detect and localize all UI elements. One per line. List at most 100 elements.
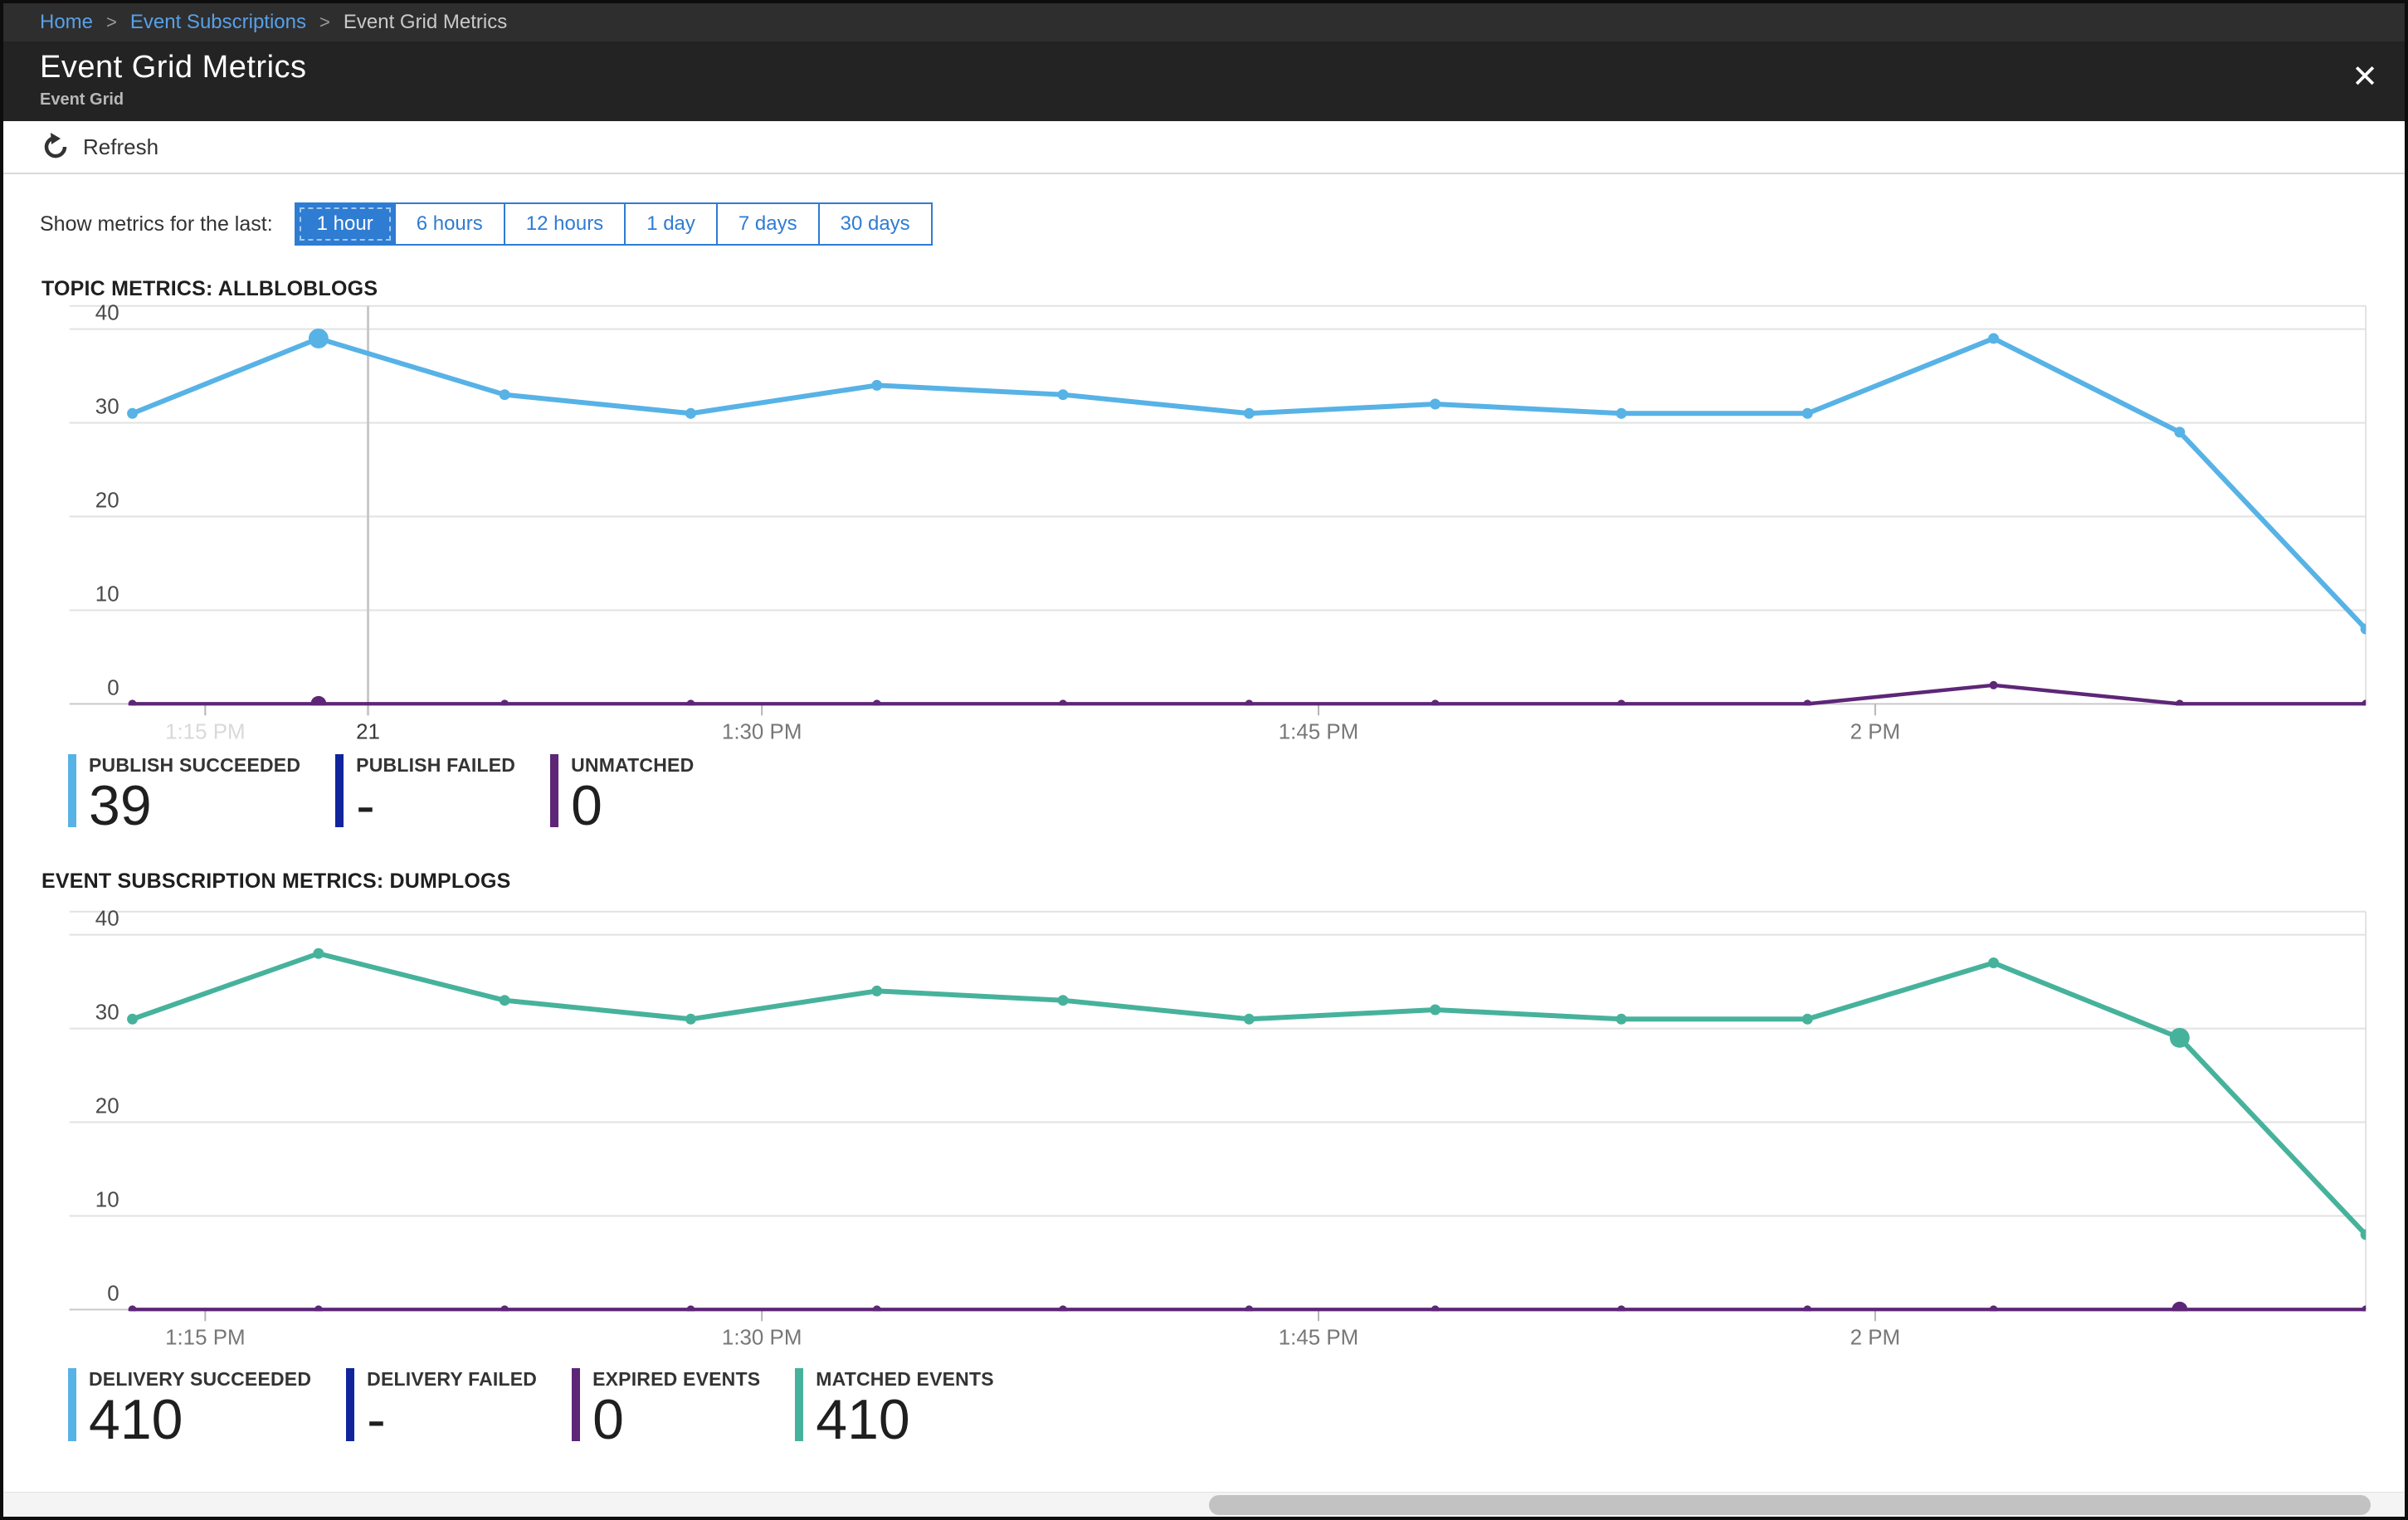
- legend-item-expired-events: EXPIRED EVENTS 0: [572, 1368, 760, 1448]
- data-point: [127, 1013, 139, 1025]
- svg-text:1:30 PM: 1:30 PM: [722, 1326, 802, 1349]
- data-point: [1988, 957, 2000, 968]
- topic-metrics-legend: PUBLISH SUCCEEDED 39 PUBLISH FAILED - UNMATC…: [68, 754, 694, 834]
- breadcrumb-item-event-grid-metrics: Event Grid Metrics: [343, 11, 508, 33]
- data-point: [313, 948, 324, 959]
- data-point: [871, 379, 883, 391]
- data-point: [1988, 333, 2000, 344]
- legend-label: DELIVERY FAILED: [367, 1368, 538, 1390]
- breadcrumb-item-home[interactable]: Home: [40, 11, 93, 34]
- svg-text:1:45 PM: 1:45 PM: [1279, 720, 1358, 743]
- data-point: [1243, 407, 1255, 419]
- event-subscription-metrics-legend: DELIVERY SUCCEEDED 410 DELIVERY FAILED - EXP…: [68, 1368, 994, 1448]
- data-point: [1431, 1305, 1440, 1312]
- breadcrumb-separator: >: [106, 12, 117, 32]
- time-range-row: Show metrics for the last: 1 hour 6 hours…: [40, 202, 933, 246]
- legend-value: -: [367, 1388, 386, 1451]
- close-icon: ✕: [2352, 60, 2378, 95]
- legend-item-delivery-failed: DELIVERY FAILED -: [346, 1368, 537, 1448]
- chart-canvas: 0 10 20 30 40 1:15 PM 1:30 PM 1:45 PM 2 PM 21: [69, 302, 2367, 743]
- legend-value: 410: [816, 1388, 910, 1451]
- data-point: [685, 407, 696, 419]
- legend-color-bar: [335, 754, 344, 827]
- data-point: [2360, 623, 2367, 635]
- topic-metrics-chart[interactable]: 0 10 20 30 40 1:15 PM 1:30 PM 1:45 PM 2 PM 21: [3, 287, 2405, 752]
- legend-color-bar: [346, 1368, 355, 1441]
- refresh-icon: [41, 133, 70, 161]
- svg-text:1:45 PM: 1:45 PM: [1279, 1326, 1358, 1349]
- data-point: [872, 1305, 881, 1312]
- svg-text:40: 40: [95, 302, 119, 325]
- data-point: [127, 407, 139, 419]
- data-point: [686, 699, 695, 706]
- data-point: [1057, 995, 1069, 1006]
- time-range-7-days[interactable]: 7 days: [715, 204, 818, 244]
- svg-text:1:30 PM: 1:30 PM: [722, 720, 802, 743]
- time-range-1-day[interactable]: 1 day: [624, 204, 716, 244]
- legend-label: UNMATCHED: [571, 754, 695, 776]
- legend-value: -: [356, 774, 375, 837]
- legend-color-bar: [68, 754, 76, 827]
- data-point: [872, 699, 881, 706]
- data-point: [1243, 1013, 1255, 1025]
- time-range-6-hours[interactable]: 6 hours: [393, 204, 504, 244]
- legend-value: 410: [89, 1388, 183, 1451]
- page-subtitle: Event Grid: [40, 90, 124, 109]
- data-point: [2362, 1305, 2367, 1312]
- data-point: [1245, 699, 1254, 706]
- data-point: [500, 1305, 509, 1312]
- data-point: [128, 699, 137, 706]
- data-point: [128, 1305, 137, 1312]
- data-point: [500, 699, 509, 706]
- data-point: [2175, 699, 2184, 706]
- data-point: [314, 1305, 323, 1312]
- svg-text:20: 20: [95, 490, 119, 513]
- legend-color-bar: [550, 754, 559, 827]
- svg-text:21: 21: [356, 720, 380, 743]
- time-range-1-hour[interactable]: 1 hour: [295, 204, 394, 244]
- legend-value: 0: [592, 1388, 624, 1451]
- event-grid-metrics-panel: Home > Event Subscriptions > Event Grid Metr…: [0, 0, 2408, 1520]
- legend-item-matched-events: MATCHED EVENTS 410: [795, 1368, 994, 1448]
- data-point: [1059, 699, 1068, 706]
- breadcrumb-item-event-subscriptions[interactable]: Event Subscriptions: [130, 11, 306, 34]
- data-point: [1059, 1305, 1068, 1312]
- panel-header: Event Grid Metrics Event Grid ✕: [3, 41, 2405, 121]
- breadcrumb: Home > Event Subscriptions > Event Grid Metr…: [3, 3, 2405, 41]
- selected-data-point: [308, 328, 329, 348]
- svg-text:1:15 PM: 1:15 PM: [165, 720, 245, 743]
- svg-text:20: 20: [95, 1095, 119, 1118]
- svg-text:10: 10: [95, 1188, 119, 1211]
- data-point: [499, 995, 510, 1006]
- refresh-button[interactable]: Refresh: [41, 133, 158, 161]
- data-point: [1616, 1013, 1627, 1025]
- legend-item-publish-succeeded: PUBLISH SUCCEEDED 39: [68, 754, 300, 834]
- close-button[interactable]: ✕: [2347, 56, 2383, 98]
- command-bar: Refresh: [3, 121, 2405, 174]
- selected-data-point: [2169, 1027, 2190, 1048]
- breadcrumb-separator: >: [319, 12, 330, 32]
- horizontal-scrollbar-thumb[interactable]: [1209, 1495, 2371, 1515]
- legend-label: EXPIRED EVENTS: [592, 1368, 761, 1390]
- time-range-30-days[interactable]: 30 days: [817, 204, 931, 244]
- time-range-12-hours[interactable]: 12 hours: [503, 204, 625, 244]
- data-point: [2174, 426, 2186, 438]
- data-point: [1803, 1305, 1812, 1312]
- svg-text:30: 30: [95, 396, 119, 419]
- data-point: [1801, 1013, 1813, 1025]
- legend-label: DELIVERY SUCCEEDED: [89, 1368, 312, 1390]
- svg-text:10: 10: [95, 582, 119, 606]
- event-subscription-metrics-chart[interactable]: 0 10 20 30 40 1:15 PM 1:30 PM 1:45 PM 2 PM: [3, 893, 2405, 1357]
- svg-text:30: 30: [95, 1001, 119, 1025]
- legend-item-unmatched: UNMATCHED 0: [550, 754, 694, 834]
- legend-item-delivery-succeeded: DELIVERY SUCCEEDED 410: [68, 1368, 311, 1448]
- page-title: Event Grid Metrics: [40, 50, 307, 85]
- svg-text:0: 0: [107, 676, 119, 699]
- chart-title: EVENT SUBSCRIPTION METRICS: DUMPLOGS: [41, 870, 511, 893]
- horizontal-scrollbar[interactable]: [3, 1492, 2405, 1517]
- series-line-matched-events: [129, 951, 2367, 1238]
- legend-value: 0: [571, 774, 602, 837]
- data-point: [1616, 407, 1627, 419]
- svg-text:40: 40: [95, 908, 119, 931]
- legend-label: PUBLISH SUCCEEDED: [89, 754, 301, 776]
